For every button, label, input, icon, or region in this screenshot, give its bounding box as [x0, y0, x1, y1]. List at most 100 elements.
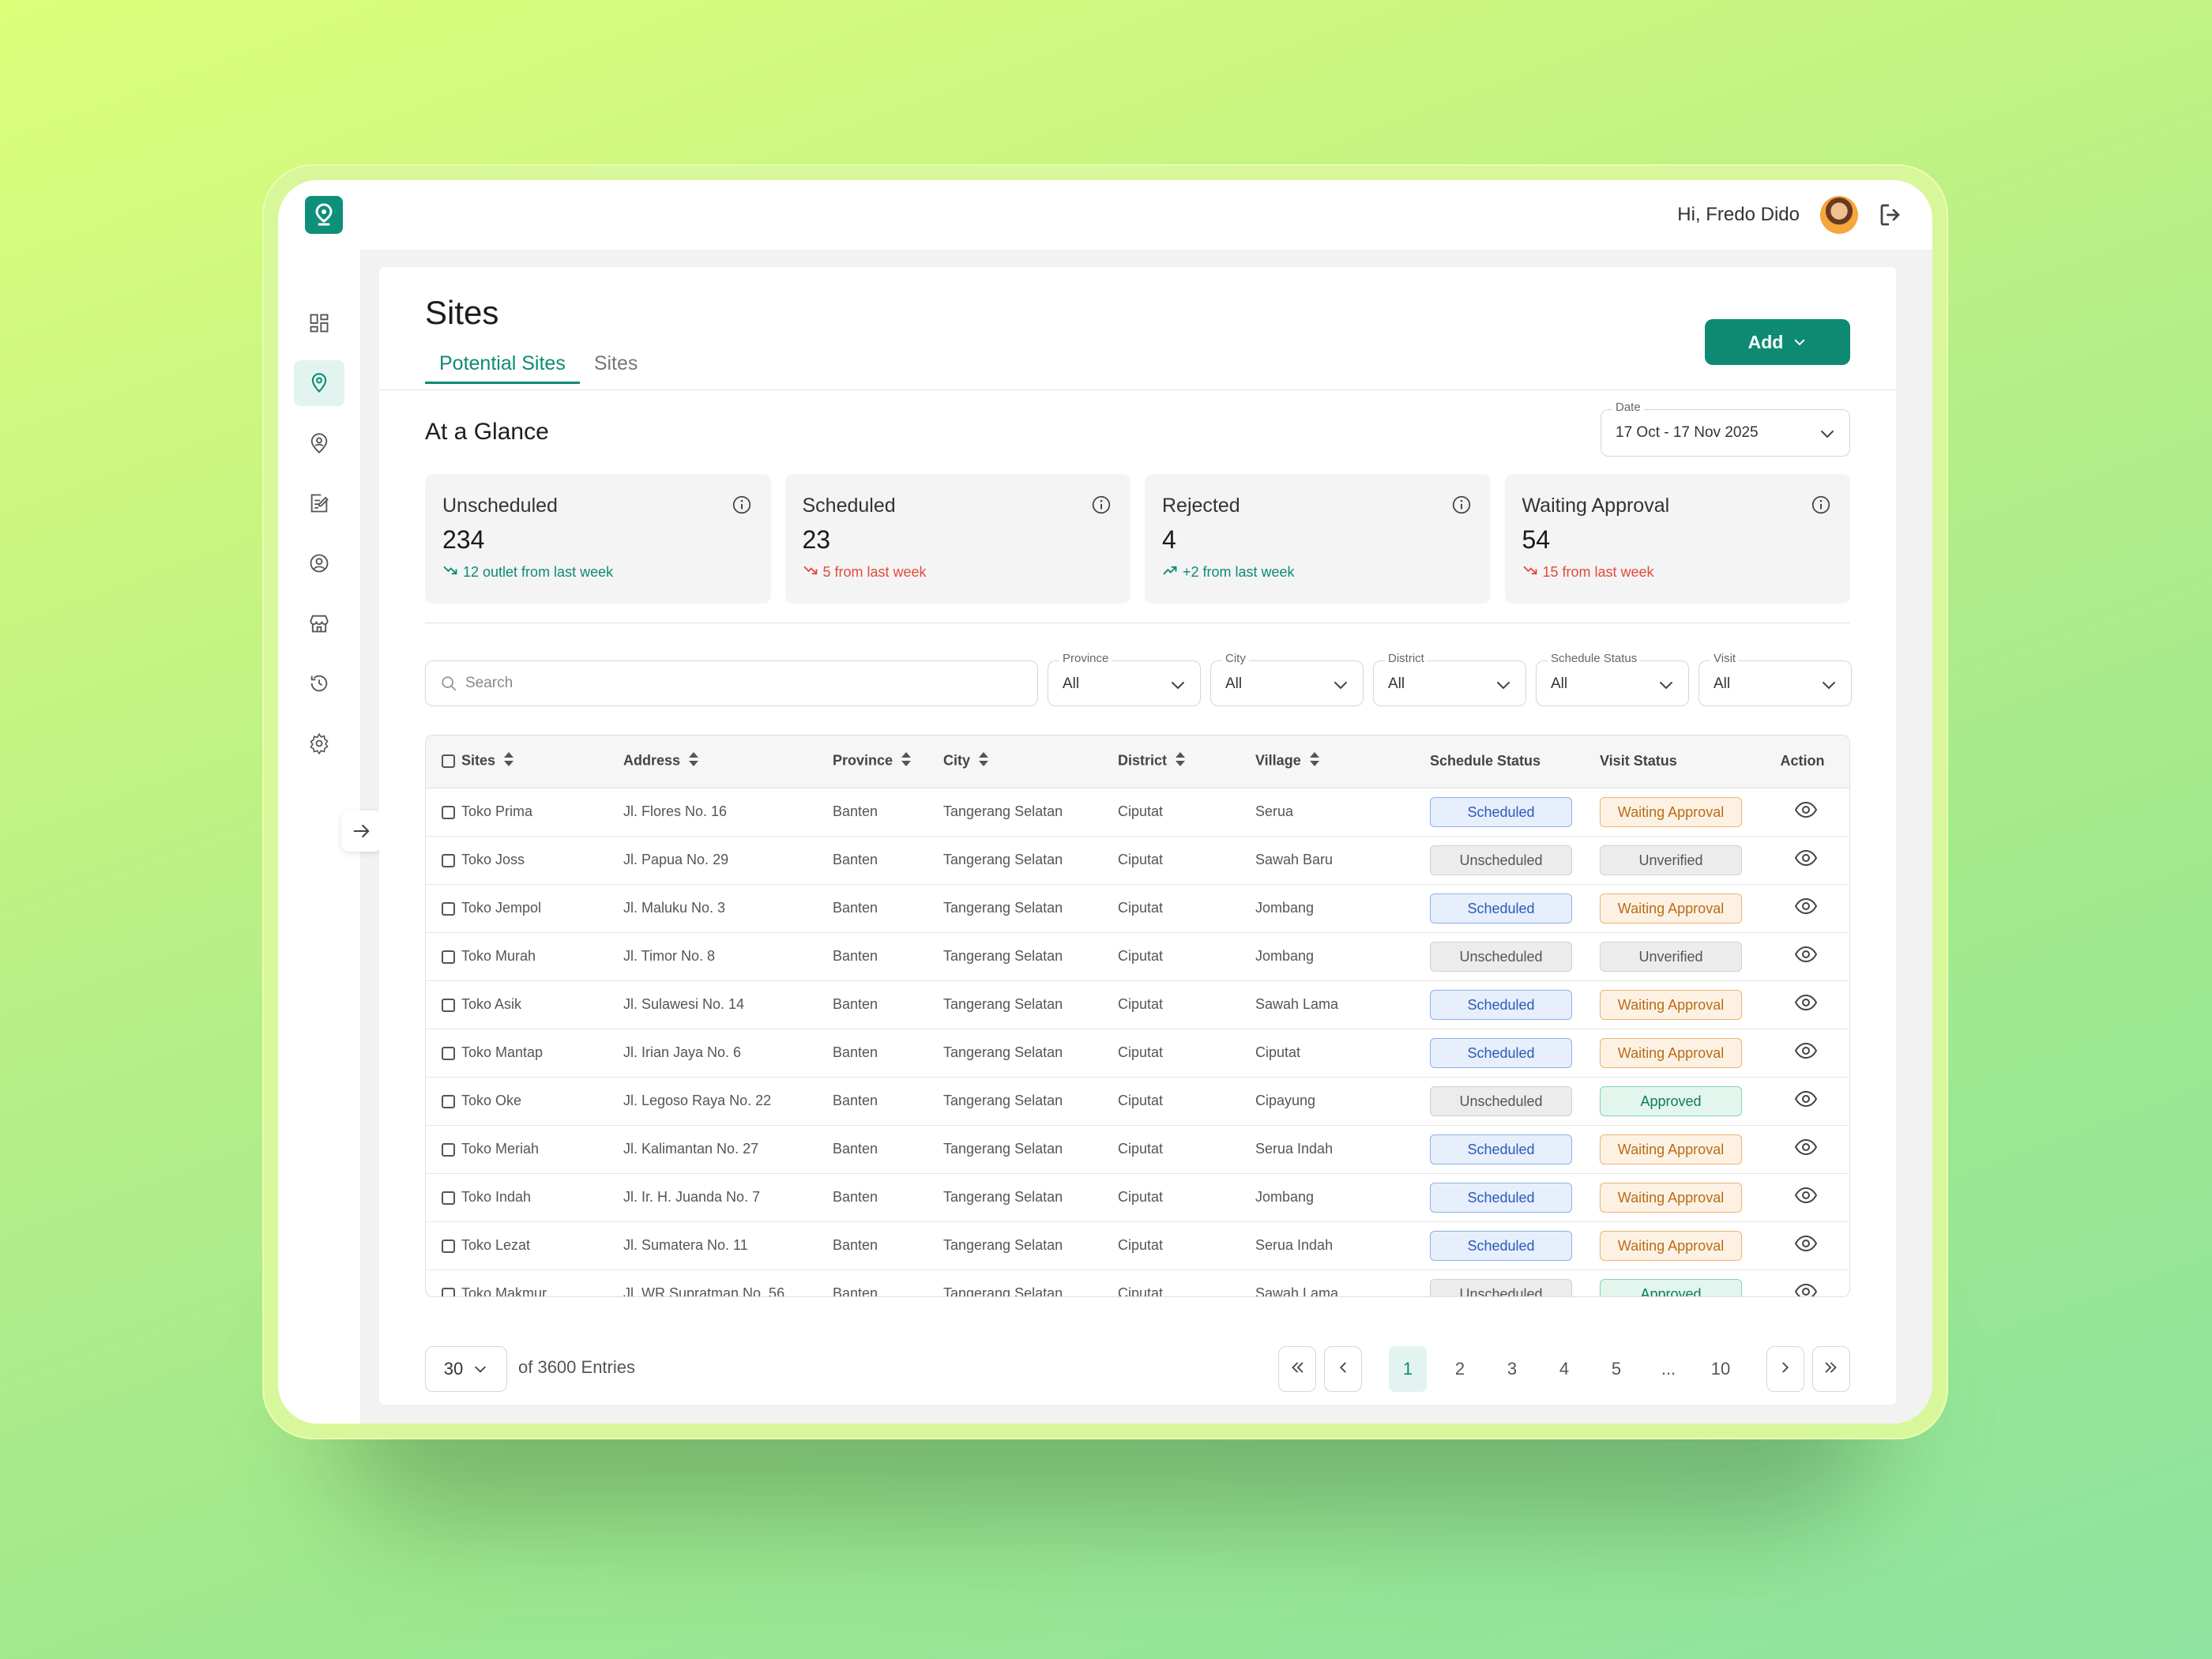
sidebar-item-stores[interactable] — [294, 600, 344, 646]
cell-village: Serua Indah — [1240, 1221, 1414, 1270]
row-checkbox[interactable] — [442, 998, 455, 1012]
page-number[interactable]: 5 — [1597, 1346, 1635, 1392]
avatar[interactable] — [1820, 196, 1858, 234]
row-checkbox[interactable] — [442, 805, 455, 819]
stat-card: Waiting Approval 54 15 from last week — [1504, 474, 1850, 604]
info-icon[interactable] — [1091, 495, 1112, 515]
info-icon[interactable] — [1811, 495, 1831, 515]
eye-icon[interactable] — [1794, 994, 1818, 1015]
cell-action — [1754, 1173, 1849, 1222]
sort-icon[interactable] — [1309, 751, 1320, 771]
row-checkbox[interactable] — [442, 1094, 455, 1108]
stat-value: 4 — [1162, 525, 1176, 554]
prev-page-button[interactable] — [1324, 1346, 1362, 1392]
row-checkbox[interactable] — [442, 1046, 455, 1060]
logout-icon[interactable] — [1877, 201, 1905, 229]
eye-icon[interactable] — [1794, 1283, 1818, 1296]
row-checkbox[interactable] — [442, 853, 455, 867]
column-header[interactable]: Address — [608, 735, 817, 788]
site-name: Toko Oke — [461, 1093, 522, 1108]
eye-icon[interactable] — [1794, 1235, 1818, 1256]
table-row[interactable]: Toko Joss Jl. Papua No. 29 Banten Tangerang… — [426, 836, 1849, 885]
eye-icon[interactable] — [1794, 849, 1818, 871]
filter-schedule-status[interactable]: Schedule Status All — [1536, 652, 1689, 706]
column-header[interactable]: District — [1102, 735, 1240, 788]
cell-visit-status: Waiting Approval — [1584, 980, 1754, 1029]
table-row[interactable]: Toko Lezat Jl. Sumatera No. 11 Banten Tange… — [426, 1221, 1849, 1270]
page-number[interactable]: 2 — [1441, 1346, 1479, 1392]
sort-icon[interactable] — [688, 751, 699, 771]
table-row[interactable]: Toko Jempol Jl. Maluku No. 3 Banten Tangera… — [426, 884, 1849, 933]
table-row[interactable]: Toko Asik Jl. Sulawesi No. 14 Banten Tanger… — [426, 980, 1849, 1029]
row-checkbox[interactable] — [442, 1287, 455, 1296]
filter-visit[interactable]: Visit All — [1698, 652, 1852, 706]
page-number[interactable]: 3 — [1493, 1346, 1531, 1392]
column-header[interactable]: City — [927, 735, 1102, 788]
visit-status-badge: Unverified — [1600, 845, 1742, 875]
cell-province: Banten — [817, 1173, 927, 1222]
add-button[interactable]: Add — [1705, 319, 1850, 365]
filter-district[interactable]: District All — [1373, 652, 1526, 706]
sort-icon[interactable] — [1175, 751, 1186, 771]
cell-schedule-status: Unscheduled — [1414, 932, 1584, 981]
sidebar-item-history[interactable] — [294, 660, 344, 706]
page-number[interactable]: 10 — [1702, 1346, 1740, 1392]
table-row[interactable]: Toko Meriah Jl. Kalimantan No. 27 Banten Ta… — [426, 1125, 1849, 1174]
date-range-picker[interactable]: Date 17 Oct - 17 Nov 2025 — [1601, 401, 1850, 457]
table-row[interactable]: Toko Mantap Jl. Irian Jaya No. 6 Banten Tan… — [426, 1029, 1849, 1078]
tab-potential-sites[interactable]: Potential Sites — [425, 352, 580, 384]
table-row[interactable]: Toko Indah Jl. Ir. H. Juanda No. 7 Banten T… — [426, 1173, 1849, 1222]
cell-schedule-status: Unscheduled — [1414, 1077, 1584, 1126]
expand-sidebar-button[interactable] — [341, 811, 382, 852]
table-row[interactable]: Toko Prima Jl. Flores No. 16 Banten Tangera… — [426, 788, 1849, 837]
info-icon[interactable] — [1451, 495, 1472, 515]
row-checkbox[interactable] — [442, 950, 455, 964]
eye-icon[interactable] — [1794, 1042, 1818, 1063]
filter-province[interactable]: Province All — [1048, 652, 1201, 706]
page-size-select[interactable]: 30 — [425, 1346, 507, 1392]
sidebar-item-users[interactable] — [294, 540, 344, 586]
filter-city[interactable]: City All — [1210, 652, 1364, 706]
sort-icon[interactable] — [901, 751, 912, 771]
eye-icon[interactable] — [1794, 1138, 1818, 1160]
last-page-button[interactable] — [1812, 1346, 1850, 1392]
sort-icon[interactable] — [978, 751, 989, 771]
page-number[interactable]: 4 — [1545, 1346, 1583, 1392]
cell-action — [1754, 836, 1849, 885]
stat-trend: 15 from last week — [1522, 562, 1834, 582]
eye-icon[interactable] — [1794, 897, 1818, 919]
tab-sites[interactable]: Sites — [580, 352, 653, 384]
page-number[interactable]: 1 — [1389, 1346, 1427, 1392]
first-page-button[interactable] — [1278, 1346, 1316, 1392]
sidebar-item-visits[interactable] — [294, 420, 344, 466]
schedule-status-badge: Scheduled — [1430, 1230, 1572, 1261]
sidebar-item-reports[interactable] — [294, 480, 344, 526]
eye-icon[interactable] — [1794, 946, 1818, 967]
cell-city: Tangerang Selatan — [927, 1173, 1102, 1222]
eye-icon[interactable] — [1794, 1187, 1818, 1208]
column-header[interactable]: Province — [817, 735, 927, 788]
table-row[interactable]: Toko Makmur Jl. WR Supratman No. 56 Banten… — [426, 1270, 1849, 1296]
row-checkbox[interactable] — [442, 901, 455, 916]
table-row[interactable]: Toko Murah Jl. Timor No. 8 Banten Tangerang… — [426, 932, 1849, 981]
row-checkbox[interactable] — [442, 1191, 455, 1205]
select-all-checkbox[interactable] — [442, 754, 455, 769]
sort-icon[interactable] — [503, 751, 514, 771]
row-checkbox[interactable] — [442, 1239, 455, 1253]
next-page-button[interactable] — [1766, 1346, 1804, 1392]
stat-value: 234 — [442, 525, 485, 554]
table-row[interactable]: Toko Oke Jl. Legoso Raya No. 22 Banten Tang… — [426, 1077, 1849, 1126]
info-icon[interactable] — [732, 495, 752, 515]
visit-status-badge: Unverified — [1600, 941, 1742, 972]
schedule-status-badge: Unscheduled — [1430, 941, 1572, 972]
column-header[interactable]: Village — [1240, 735, 1414, 788]
sidebar-item-settings[interactable] — [294, 720, 344, 766]
row-checkbox[interactable] — [442, 1142, 455, 1157]
column-header[interactable]: Sites — [426, 735, 608, 788]
search-input[interactable] — [465, 675, 1003, 692]
sidebar-item-dashboard[interactable] — [294, 300, 344, 346]
sidebar-item-sites[interactable] — [294, 360, 344, 406]
app-logo[interactable] — [305, 196, 343, 234]
eye-icon[interactable] — [1794, 801, 1818, 822]
eye-icon[interactable] — [1794, 1090, 1818, 1112]
